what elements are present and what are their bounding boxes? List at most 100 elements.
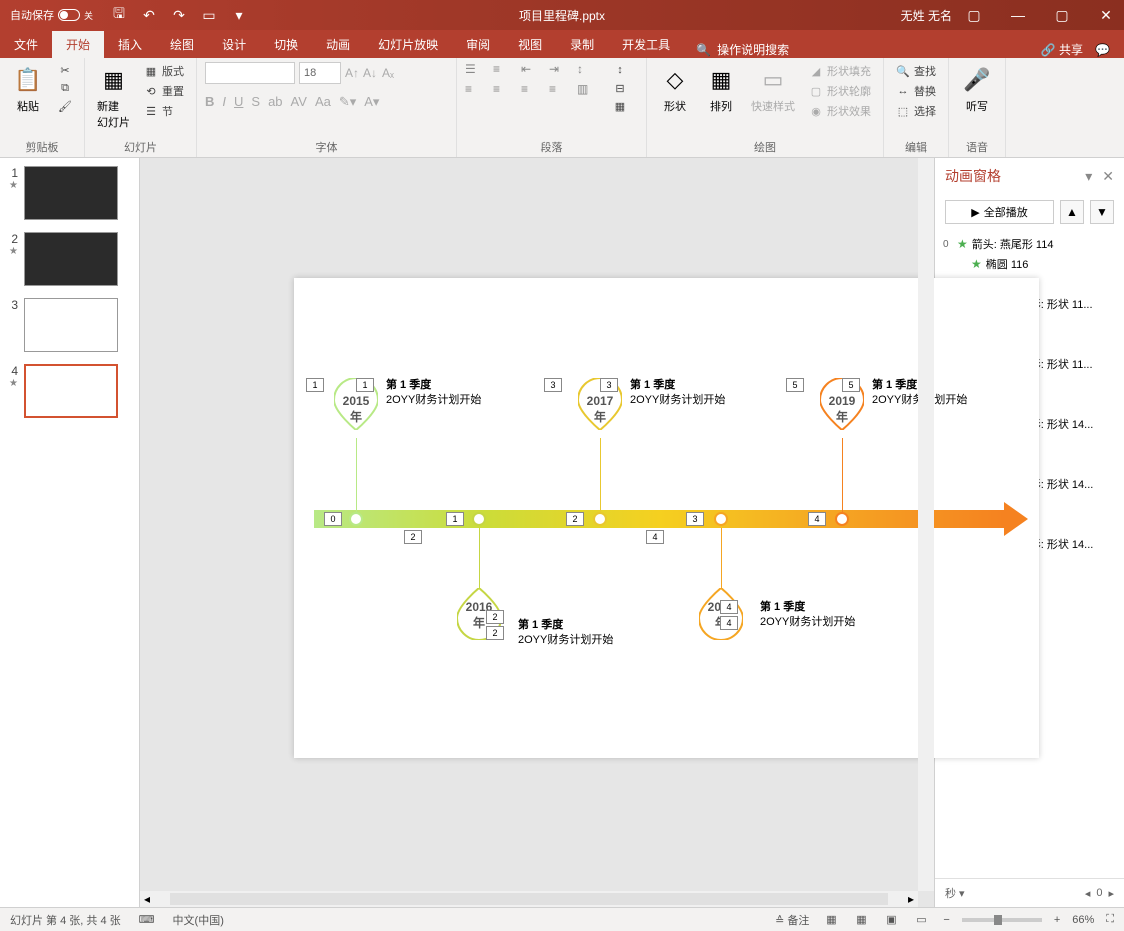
align-left-icon[interactable]: ≡ (465, 82, 483, 96)
replace-button[interactable]: ↔替换 (892, 82, 940, 100)
char-spacing-button[interactable]: AV (291, 94, 307, 110)
underline-button[interactable]: U (234, 94, 243, 110)
notes-button[interactable]: ≙ 备注 (775, 912, 809, 928)
clear-format-icon[interactable]: Aₓ (381, 66, 395, 80)
move-up-button[interactable]: ▲ (1060, 200, 1084, 224)
tab-home[interactable]: 开始 (52, 31, 104, 58)
paste-button[interactable]: 📋 粘贴 (8, 62, 48, 116)
undo-icon[interactable]: ↶ (141, 7, 157, 23)
shadow-button[interactable]: ab (268, 94, 282, 110)
italic-button[interactable]: I (222, 94, 226, 110)
slide-counter[interactable]: 幻灯片 第 4 张, 共 4 张 (10, 912, 121, 928)
align-right-icon[interactable]: ≡ (521, 82, 539, 96)
vertical-scrollbar[interactable] (918, 158, 934, 891)
tab-draw[interactable]: 绘图 (156, 31, 208, 58)
quickstyles-button[interactable]: ▭快速样式 (747, 62, 799, 116)
maximize-icon[interactable]: ▢ (1054, 7, 1070, 23)
tab-recording[interactable]: 录制 (556, 31, 608, 58)
anim-tag[interactable]: 1 (306, 378, 324, 392)
tell-me-search[interactable]: 🔍 操作说明搜索 (696, 41, 789, 58)
timeline-zoom-zero[interactable]: 0 (1096, 887, 1102, 900)
tab-review[interactable]: 审阅 (452, 31, 504, 58)
sorter-view-icon[interactable]: ▦ (851, 911, 871, 929)
anim-tag[interactable]: 2 (486, 626, 504, 640)
zoom-level[interactable]: 66% (1072, 914, 1094, 926)
thumbnail-3[interactable]: 3 (4, 298, 135, 352)
zoom-slider[interactable] (962, 918, 1042, 922)
redo-icon[interactable]: ↷ (171, 7, 187, 23)
animation-item[interactable]: 0★箭头: 燕尾形 114 (941, 234, 1118, 254)
move-down-button[interactable]: ▼ (1090, 200, 1114, 224)
save-icon[interactable]: 🖫 (111, 7, 127, 23)
shape-effects-button[interactable]: ◉形状效果 (805, 102, 875, 120)
animation-item[interactable]: ★椭圆 116 (941, 254, 1118, 274)
line-spacing-icon[interactable]: ↕ (577, 62, 595, 76)
slideshow-view-icon[interactable]: ▭ (911, 911, 931, 929)
smartart-button[interactable]: ▦ (609, 98, 631, 114)
zoom-out-button[interactable]: − (943, 914, 949, 926)
format-painter-button[interactable]: 🖌 (54, 98, 76, 114)
tab-design[interactable]: 设计 (208, 31, 260, 58)
pane-close-icon[interactable]: ✕ (1102, 168, 1114, 185)
align-center-icon[interactable]: ≡ (493, 82, 511, 96)
find-button[interactable]: 🔍查找 (892, 62, 940, 80)
close-icon[interactable]: ✕ (1098, 7, 1114, 23)
tab-transitions[interactable]: 切换 (260, 31, 312, 58)
dictate-button[interactable]: 🎤听写 (957, 62, 997, 116)
thumbnail-2[interactable]: 2★ (4, 232, 135, 286)
anim-tag[interactable]: 4 (720, 616, 738, 630)
align-text-button[interactable]: ⊟ (609, 80, 631, 96)
timeline-zoom-right[interactable]: ▸ (1108, 887, 1114, 900)
justify-icon[interactable]: ≡ (549, 82, 567, 96)
horizontal-scrollbar[interactable]: ◂▸ (140, 891, 918, 907)
font-size-input[interactable]: 18 (299, 62, 341, 84)
select-button[interactable]: ⬚选择 (892, 102, 940, 120)
user-name[interactable]: 无姓 无名 (901, 7, 952, 24)
shape-outline-button[interactable]: ▢形状轮廓 (805, 82, 875, 100)
columns-icon[interactable]: ▥ (577, 82, 595, 96)
pane-options-icon[interactable]: ▾ (1085, 168, 1092, 185)
ribbon-options-icon[interactable]: ▢ (966, 7, 982, 23)
tab-insert[interactable]: 插入 (104, 31, 156, 58)
indent-inc-icon[interactable]: ⇥ (549, 62, 567, 76)
reset-button[interactable]: ⟲重置 (140, 82, 188, 100)
zoom-in-button[interactable]: + (1054, 914, 1060, 926)
share-button[interactable]: 🔗 共享 (1041, 41, 1083, 58)
thumbnail-4[interactable]: 4★ (4, 364, 135, 418)
timeline-zoom-left[interactable]: ◂ (1085, 887, 1091, 900)
bold-button[interactable]: B (205, 94, 214, 110)
anim-tag[interactable]: 1 (356, 378, 374, 392)
copy-button[interactable]: ⧉ (54, 80, 76, 96)
tab-slideshow[interactable]: 幻灯片放映 (364, 31, 452, 58)
cut-button[interactable]: ✂ (54, 62, 76, 78)
case-button[interactable]: Aa (315, 94, 331, 110)
anim-tag[interactable]: 2 (486, 610, 504, 624)
highlight-button[interactable]: ✎▾ (339, 94, 356, 110)
minimize-icon[interactable]: — (1010, 7, 1026, 23)
anim-tag[interactable]: 3 (544, 378, 562, 392)
anim-tag[interactable]: 5 (842, 378, 860, 392)
qat-more-icon[interactable]: ▾ (231, 7, 247, 23)
section-button[interactable]: ☰节 (140, 102, 188, 120)
thumbnail-1[interactable]: 1★ (4, 166, 135, 220)
reading-view-icon[interactable]: ▣ (881, 911, 901, 929)
tab-developer[interactable]: 开发工具 (608, 31, 684, 58)
language-status[interactable]: 中文(中国) (173, 912, 224, 928)
increase-font-icon[interactable]: A↑ (345, 66, 359, 80)
anim-tag[interactable]: 4 (720, 600, 738, 614)
shapes-button[interactable]: ◇形状 (655, 62, 695, 116)
numbering-icon[interactable]: ≡ (493, 62, 511, 76)
text-direction-button[interactable]: ↕ (609, 62, 631, 78)
tab-view[interactable]: 视图 (504, 31, 556, 58)
tab-file[interactable]: 文件 (0, 31, 52, 58)
start-from-beginning-icon[interactable]: ▭ (201, 7, 217, 23)
layout-button[interactable]: ▦版式 (140, 62, 188, 80)
anim-tag[interactable]: 5 (786, 378, 804, 392)
bullets-icon[interactable]: ☰ (465, 62, 483, 76)
play-all-button[interactable]: ▶ 全部播放 (945, 200, 1054, 224)
autosave-toggle[interactable]: 自动保存 关 (10, 7, 93, 23)
fit-window-icon[interactable]: ⛶ (1106, 913, 1114, 926)
new-slide-button[interactable]: ▦ 新建 幻灯片 (93, 62, 134, 132)
indent-dec-icon[interactable]: ⇤ (521, 62, 539, 76)
tab-animations[interactable]: 动画 (312, 31, 364, 58)
